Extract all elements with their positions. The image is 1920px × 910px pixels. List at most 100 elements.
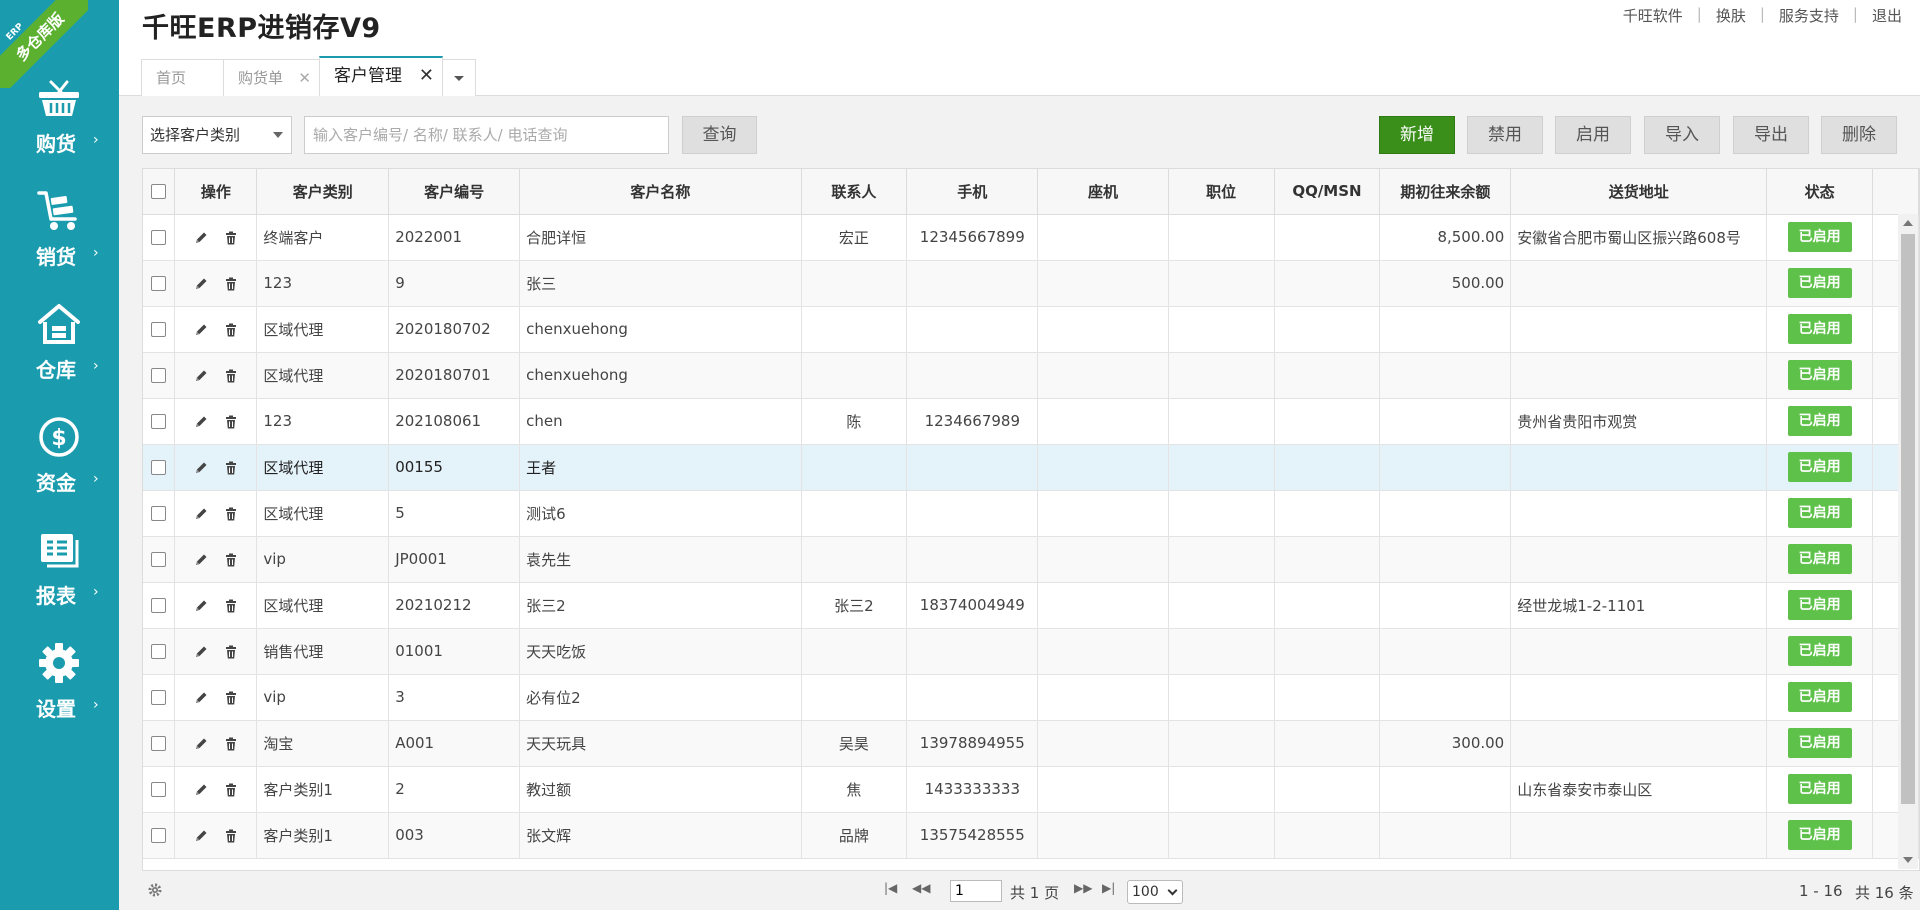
edit-icon[interactable] — [193, 368, 209, 384]
table-row[interactable]: 区域代理 5 测试6 已启用 — [143, 490, 1919, 537]
trash-icon[interactable] — [223, 782, 239, 798]
column-header[interactable]: QQ/MSN — [1274, 169, 1381, 215]
row-checkbox[interactable] — [151, 276, 167, 291]
column-header[interactable]: 客户名称 — [519, 169, 802, 215]
row-checkbox[interactable] — [151, 828, 167, 843]
page-number-input[interactable] — [950, 880, 1002, 902]
sidebar-item-settings[interactable]: 设置 › — [0, 641, 119, 741]
row-checkbox[interactable] — [151, 598, 167, 613]
settings-gear-icon[interactable] — [148, 883, 162, 897]
scroll-down-icon[interactable] — [1903, 857, 1913, 863]
row-checkbox[interactable] — [151, 460, 167, 475]
status-badge[interactable]: 已启用 — [1787, 774, 1852, 804]
edit-icon[interactable] — [193, 414, 209, 430]
table-row[interactable]: 淘宝 A001 天天玩具 吴昊 13978894955 300.00 已启用 — [143, 720, 1919, 767]
table-row[interactable]: 123 9 张三 500.00 已启用 — [143, 260, 1919, 307]
next-page-icon[interactable]: ▶▶ — [1074, 881, 1092, 895]
edit-icon[interactable] — [193, 644, 209, 660]
link-support[interactable]: 服务支持 — [1779, 5, 1839, 26]
edit-icon[interactable] — [193, 598, 209, 614]
status-badge[interactable]: 已启用 — [1787, 314, 1852, 344]
status-badge[interactable]: 已启用 — [1787, 682, 1852, 712]
edit-icon[interactable] — [193, 460, 209, 476]
column-header[interactable]: 状态 — [1766, 169, 1874, 215]
column-header[interactable]: 期初往来余额 — [1379, 169, 1512, 215]
edit-icon[interactable] — [193, 782, 209, 798]
tab-menu-button[interactable] — [442, 59, 476, 96]
column-header[interactable]: 送货地址 — [1510, 169, 1768, 215]
edit-icon[interactable] — [193, 506, 209, 522]
row-checkbox[interactable] — [151, 414, 167, 429]
row-checkbox[interactable] — [151, 368, 167, 383]
close-icon[interactable]: ✕ — [298, 60, 311, 96]
select-all-checkbox[interactable] — [151, 184, 167, 200]
trash-icon[interactable] — [223, 598, 239, 614]
status-badge[interactable]: 已启用 — [1787, 268, 1852, 298]
tab-home[interactable]: 首页 — [141, 59, 224, 96]
add-button[interactable]: 新增 — [1379, 116, 1455, 154]
table-row[interactable]: 区域代理 20210212 张三2 张三2 18374004949 经世龙城1-2-110… — [143, 582, 1919, 629]
disable-button[interactable]: 禁用 — [1467, 116, 1543, 154]
sidebar-item-warehouse[interactable]: 仓库 › — [0, 302, 119, 402]
column-header[interactable]: 客户编号 — [388, 169, 521, 215]
close-icon[interactable]: ✕ — [419, 58, 434, 94]
table-row[interactable]: 终端客户 2022001 合肥详恒 宏正 12345667899 8,500.00 安徽省合… — [143, 214, 1919, 261]
table-row[interactable]: vip 3 必有位2 已启用 — [143, 674, 1919, 721]
status-badge[interactable]: 已启用 — [1787, 406, 1852, 436]
table-row[interactable]: 123 202108061 chen 陈 1234667989 贵州省贵阳市观赏 已启用 — [143, 398, 1919, 445]
import-button[interactable]: 导入 — [1644, 116, 1720, 154]
column-header[interactable]: 手机 — [906, 169, 1039, 215]
table-row[interactable]: vip JP0001 袁先生 已启用 — [143, 536, 1919, 583]
edit-icon[interactable] — [193, 690, 209, 706]
row-checkbox[interactable] — [151, 644, 167, 659]
status-badge[interactable]: 已启用 — [1787, 544, 1852, 574]
tab-purchase-order[interactable]: 购货单 ✕ — [223, 59, 320, 96]
edit-icon[interactable] — [193, 828, 209, 844]
status-badge[interactable]: 已启用 — [1787, 222, 1852, 252]
delete-button[interactable]: 删除 — [1821, 116, 1897, 154]
edit-icon[interactable] — [193, 552, 209, 568]
trash-icon[interactable] — [223, 460, 239, 476]
trash-icon[interactable] — [223, 690, 239, 706]
row-checkbox[interactable] — [151, 782, 167, 797]
table-row[interactable]: 客户类别1 2 教过额焦 1433333333 山东省泰安市泰山区 已启用 — [143, 766, 1919, 813]
column-header[interactable]: 座机 — [1037, 169, 1169, 215]
edit-icon[interactable] — [193, 322, 209, 338]
trash-icon[interactable] — [223, 552, 239, 568]
table-row[interactable]: 区域代理 2020180701 chenxuehong 已启用 — [143, 352, 1919, 399]
trash-icon[interactable] — [223, 644, 239, 660]
trash-icon[interactable] — [223, 414, 239, 430]
edit-icon[interactable] — [193, 230, 209, 246]
column-header[interactable]: 职位 — [1168, 169, 1275, 215]
trash-icon[interactable] — [223, 506, 239, 522]
row-checkbox[interactable] — [151, 506, 167, 521]
trash-icon[interactable] — [223, 276, 239, 292]
link-skin[interactable]: 换肤 — [1716, 5, 1746, 26]
trash-icon[interactable] — [223, 322, 239, 338]
table-row[interactable]: 区域代理 2020180702 chenxuehong 已启用 — [143, 306, 1919, 353]
last-page-icon[interactable]: ▶| — [1102, 881, 1115, 895]
enable-button[interactable]: 启用 — [1555, 116, 1631, 154]
status-badge[interactable]: 已启用 — [1787, 728, 1852, 758]
customer-category-select[interactable]: 选择客户类别 — [142, 116, 292, 154]
trash-icon[interactable] — [223, 828, 239, 844]
status-badge[interactable]: 已启用 — [1787, 820, 1852, 850]
sidebar-item-sales[interactable]: 销货 › — [0, 189, 119, 289]
vertical-scrollbar[interactable] — [1898, 214, 1918, 869]
row-checkbox[interactable] — [151, 322, 167, 337]
tab-customer-management[interactable]: 客户管理 ✕ — [319, 56, 443, 96]
export-button[interactable]: 导出 — [1733, 116, 1809, 154]
trash-icon[interactable] — [223, 368, 239, 384]
status-badge[interactable]: 已启用 — [1787, 590, 1852, 620]
edit-icon[interactable] — [193, 736, 209, 752]
search-input[interactable] — [304, 116, 669, 154]
prev-page-icon[interactable]: ◀◀ — [912, 881, 930, 895]
status-badge[interactable]: 已启用 — [1787, 360, 1852, 390]
column-header[interactable]: 客户类别 — [256, 169, 390, 215]
link-company[interactable]: 千旺软件 — [1623, 5, 1683, 26]
table-row[interactable]: 客户类别1 003 张文辉 品牌 13575428555 已启用 — [143, 812, 1919, 859]
scroll-up-icon[interactable] — [1903, 220, 1913, 226]
scroll-thumb[interactable] — [1901, 234, 1915, 804]
sidebar-item-reports[interactable]: 报表 › — [0, 528, 119, 628]
sidebar-item-purchase[interactable]: 购货 › — [0, 76, 119, 176]
